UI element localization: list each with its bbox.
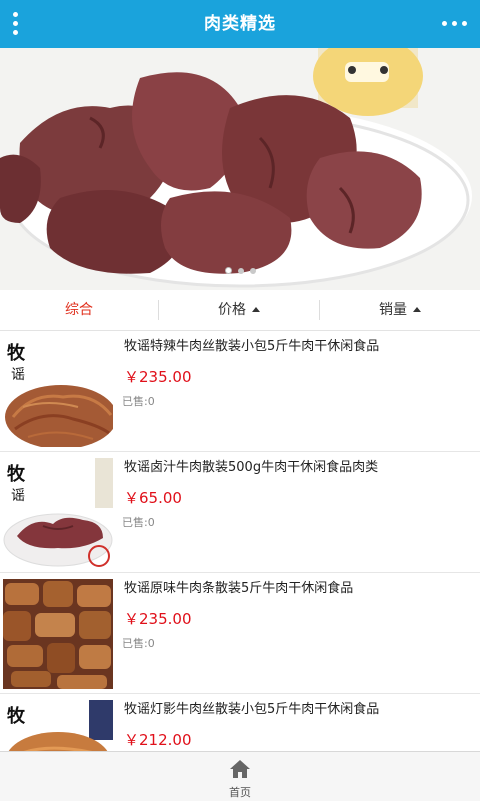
sort-arrow-up-icon <box>252 307 260 312</box>
product-name[interactable]: 牧谣灯影牛肉丝散装小包5斤牛肉干休闲食品 <box>124 700 379 720</box>
product-image[interactable]: 牧 谣 <box>3 458 113 568</box>
product-name[interactable]: 牧谣原味牛肉条散装5斤牛肉干休闲食品 <box>124 579 353 599</box>
banner-carousel[interactable] <box>0 48 480 290</box>
page-title: 肉类精选 <box>204 14 276 34</box>
sort-price-label: 价格 <box>218 302 246 318</box>
carousel-dot-active[interactable] <box>224 267 232 274</box>
tab-home[interactable]: 首页 <box>210 752 270 801</box>
sort-arrow-up-icon <box>413 307 421 312</box>
top-navigation-bar: 肉类精选 <box>0 0 480 48</box>
product-price: ￥65.00 <box>124 489 182 507</box>
product-sold-count: 已售:0 <box>122 516 155 529</box>
sort-comprehensive[interactable]: 综合 <box>0 290 158 330</box>
product-sold-count: 已售:0 <box>122 637 155 650</box>
banner-image <box>0 48 480 290</box>
product-item[interactable]: 牧谣原味牛肉条散装5斤牛肉干休闲食品 ￥235.00 已售:0 <box>0 573 480 694</box>
product-item[interactable]: 牧 谣 牧谣特辣牛肉丝散装小包5斤牛肉干休闲食品 ￥235.00 已售:0 <box>0 331 480 452</box>
svg-text:谣: 谣 <box>11 367 25 383</box>
product-price: ￥212.00 <box>124 731 192 749</box>
horizontal-dots-icon[interactable] <box>442 19 468 29</box>
home-icon <box>230 760 250 778</box>
sort-sales[interactable]: 销量 <box>320 290 480 330</box>
svg-text:牧: 牧 <box>7 705 26 727</box>
sort-comprehensive-label: 综合 <box>65 302 93 318</box>
product-price: ￥235.00 <box>124 368 192 386</box>
bottom-tab-bar: 首页 <box>0 751 480 801</box>
sort-sales-label: 销量 <box>379 302 407 318</box>
sort-bar: 综合 价格 销量 <box>0 290 480 331</box>
product-price: ￥235.00 <box>124 610 192 628</box>
product-name[interactable]: 牧谣特辣牛肉丝散装小包5斤牛肉干休闲食品 <box>124 337 379 357</box>
product-sold-count: 已售:0 <box>122 395 155 408</box>
carousel-indicator[interactable] <box>0 259 480 278</box>
product-image[interactable]: 牧 <box>3 700 113 751</box>
product-item[interactable]: 牧 牧谣灯影牛肉丝散装小包5斤牛肉干休闲食品 ￥212.00 <box>0 694 480 751</box>
product-image[interactable] <box>3 579 113 689</box>
product-name[interactable]: 牧谣卤汁牛肉散装500g牛肉干休闲食品肉类 <box>124 458 378 478</box>
tab-home-label: 首页 <box>229 786 251 799</box>
sort-price[interactable]: 价格 <box>159 290 319 330</box>
svg-text:牧: 牧 <box>7 463 26 485</box>
product-list: 牧 谣 牧谣特辣牛肉丝散装小包5斤牛肉干休闲食品 ￥235.00 已售:0 牧 … <box>0 331 480 751</box>
product-image[interactable]: 牧 谣 <box>3 337 113 447</box>
product-item[interactable]: 牧 谣 牧谣卤汁牛肉散装500g牛肉干休闲食品肉类 ￥65.00 已售:0 <box>0 452 480 573</box>
svg-text:谣: 谣 <box>11 488 25 504</box>
svg-text:牧: 牧 <box>7 342 26 364</box>
carousel-dot[interactable] <box>237 268 244 274</box>
carousel-dot[interactable] <box>249 268 256 274</box>
